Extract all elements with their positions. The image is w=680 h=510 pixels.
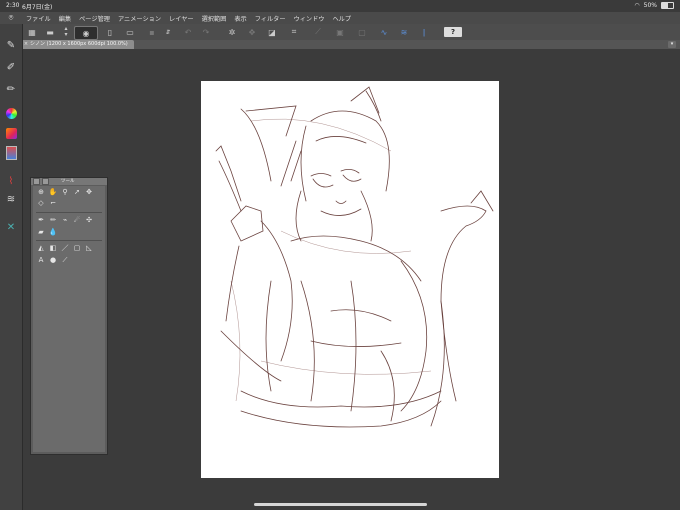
zoom-tool-icon[interactable]: ⊕ xyxy=(35,187,47,198)
status-time: 2:30 xyxy=(6,2,20,9)
clear-selection-icon[interactable]: ✲ xyxy=(226,26,238,38)
airbrush-tool-icon[interactable]: ☄ xyxy=(71,215,83,226)
menu-edit[interactable]: 編集 xyxy=(55,14,75,23)
redo-icon[interactable]: ↷ xyxy=(200,26,212,38)
close-icon[interactable]: × xyxy=(22,40,30,49)
crop-icon[interactable]: ⌗ xyxy=(288,26,300,38)
status-right: ◠ 50% xyxy=(634,2,674,9)
invert-icon[interactable]: ▣ xyxy=(334,26,346,38)
fill-tool-icon[interactable]: ◭ xyxy=(35,243,47,254)
color-wheel-icon[interactable] xyxy=(3,106,19,120)
blend-tool-icon[interactable]: 💧 xyxy=(47,227,59,238)
stabilization-icon[interactable]: ≋ xyxy=(398,26,410,38)
operation-tool-icon[interactable]: ➚ xyxy=(71,187,83,198)
tool-divider xyxy=(36,240,102,241)
layer-property-icon[interactable]: ⌇ xyxy=(3,174,19,188)
menu-help[interactable]: ヘルプ xyxy=(329,14,356,23)
correct-line-tool-icon[interactable]: ⟋ xyxy=(59,255,71,266)
pencil-tool-icon[interactable]: ✏ xyxy=(47,215,59,226)
menu-animation[interactable]: アニメーション xyxy=(114,14,165,23)
stepper-icon[interactable]: ⇵ xyxy=(162,26,174,38)
selection-tool-icon[interactable]: ◇ xyxy=(35,198,47,209)
home-indicator[interactable] xyxy=(254,503,427,506)
preview-toggle-icon[interactable]: ◉ xyxy=(74,26,98,40)
text-tool-icon[interactable]: A xyxy=(35,255,47,266)
document-title: シノン (1200 x 1600px 600dpi 100.0%) xyxy=(30,41,128,47)
menu-grid-icon[interactable]: ▦ xyxy=(26,26,38,38)
stepper-up-down-icon[interactable]: ▴ ▾ xyxy=(60,26,72,38)
pen-tool-icon[interactable]: ✒ xyxy=(35,215,47,226)
document-tab-bar: × シノン (1200 x 1600px 600dpi 100.0%) ▾ xyxy=(22,40,680,49)
tool-panel-body: ⊕ ✋ ⚲ ➚ ✥ ◇ ⌐ ✒ ✏ ⌁ ☄ ✣ ▰ 💧 ◭ ◧ ／ ▢ ◺ A … xyxy=(33,186,105,452)
menu-page[interactable]: ページ管理 xyxy=(75,14,114,23)
balloon-tool-icon[interactable]: ● xyxy=(47,255,59,266)
rotate-icon[interactable]: ✥ xyxy=(246,26,258,38)
move-layer-icon[interactable]: ✥ xyxy=(83,187,95,198)
select-all-icon[interactable]: ▢ xyxy=(356,26,368,38)
battery-icon xyxy=(661,2,674,9)
clip-studio-icon[interactable]: ⍟ xyxy=(0,13,22,23)
menu-window[interactable]: ウィンドウ xyxy=(290,14,329,23)
tool-divider xyxy=(36,212,102,213)
tool-panel-titlebar[interactable]: ツール xyxy=(31,178,107,185)
hand-tool-icon[interactable]: ✋ xyxy=(47,187,59,198)
battery-percent: 50% xyxy=(643,2,657,9)
menu-file[interactable]: ファイル xyxy=(22,14,55,23)
tool-property-icon[interactable]: ✎ xyxy=(3,38,19,52)
eyedropper-icon[interactable]: ⌐ xyxy=(47,198,59,209)
open-file-icon[interactable]: ▭ xyxy=(124,26,136,38)
chevron-down-icon[interactable]: ▾ xyxy=(668,41,676,48)
palette-bar: ✎ ✐ ✏ ⌇ ≋ ✕ xyxy=(0,24,23,510)
help-icon[interactable]: ? xyxy=(444,27,462,37)
color-set-icon[interactable] xyxy=(3,126,19,140)
panel-close-icon[interactable] xyxy=(33,178,40,185)
gradient-tool-icon[interactable]: ◧ xyxy=(47,243,59,254)
panel-collapse-icon[interactable] xyxy=(42,178,49,185)
ruler-tool-icon[interactable]: ◺ xyxy=(83,243,95,254)
command-bar: ▦ ▬ ▴ ▾ ◉ ▯ ▭ ▪ ⇵ ↶ ↷ ✲ ✥ ◪ ⌗ ⟋ ▣ ▢ ∿ ≋ ǀ… xyxy=(0,24,680,41)
tool-panel: ツール ⊕ ✋ ⚲ ➚ ✥ ◇ ⌐ ✒ ✏ ⌁ ☄ ✣ ▰ 💧 ◭ ◧ ／ ▢ … xyxy=(30,177,108,455)
brush-size-icon[interactable]: ✐ xyxy=(3,60,19,74)
timeline-icon[interactable] xyxy=(3,146,19,160)
menu-view[interactable]: 表示 xyxy=(230,14,250,23)
status-bar: 2:30 6月7日(金) ◠ 50% xyxy=(0,0,680,12)
menu-layer[interactable]: レイヤー xyxy=(165,14,198,23)
sketch-drawing xyxy=(215,86,494,428)
new-file-icon[interactable]: ▯ xyxy=(104,26,116,38)
sub-tool-icon[interactable]: ✏ xyxy=(3,82,19,96)
pen-pressure-icon[interactable]: ∿ xyxy=(378,26,390,38)
save-icon[interactable]: ▪ xyxy=(146,26,158,38)
zoom-stepper-icon[interactable]: ▬ xyxy=(44,26,56,38)
fill-icon[interactable]: ◪ xyxy=(266,26,278,38)
status-date: 6月7日(金) xyxy=(22,4,53,11)
search-icon[interactable]: ⚲ xyxy=(59,187,71,198)
wifi-icon: ◠ xyxy=(634,2,640,9)
brush-tool-icon[interactable]: ⌁ xyxy=(59,215,71,226)
tool-panel-title: ツール xyxy=(61,179,75,184)
snap-icon[interactable]: ǀ xyxy=(418,26,430,38)
frame-tool-icon[interactable]: ▢ xyxy=(71,243,83,254)
document-tab[interactable]: × シノン (1200 x 1600px 600dpi 100.0%) xyxy=(22,40,134,49)
menu-bar: ⍟ ファイル 編集 ページ管理 アニメーション レイヤー 選択範囲 表示 フィル… xyxy=(0,12,680,24)
menu-selection[interactable]: 選択範囲 xyxy=(198,14,231,23)
menu-filter[interactable]: フィルター xyxy=(251,14,290,23)
figure-tool-icon[interactable]: ／ xyxy=(59,243,71,254)
navigator-icon[interactable]: ✕ xyxy=(3,220,19,234)
battery-fill xyxy=(662,3,668,8)
decoration-tool-icon[interactable]: ✣ xyxy=(83,215,95,226)
transform-icon[interactable]: ⟋ xyxy=(312,26,324,38)
layer-icon[interactable]: ≋ xyxy=(3,192,19,206)
undo-icon[interactable]: ↶ xyxy=(182,26,194,38)
eraser-tool-icon[interactable]: ▰ xyxy=(35,227,47,238)
drawing-canvas[interactable] xyxy=(201,81,499,478)
